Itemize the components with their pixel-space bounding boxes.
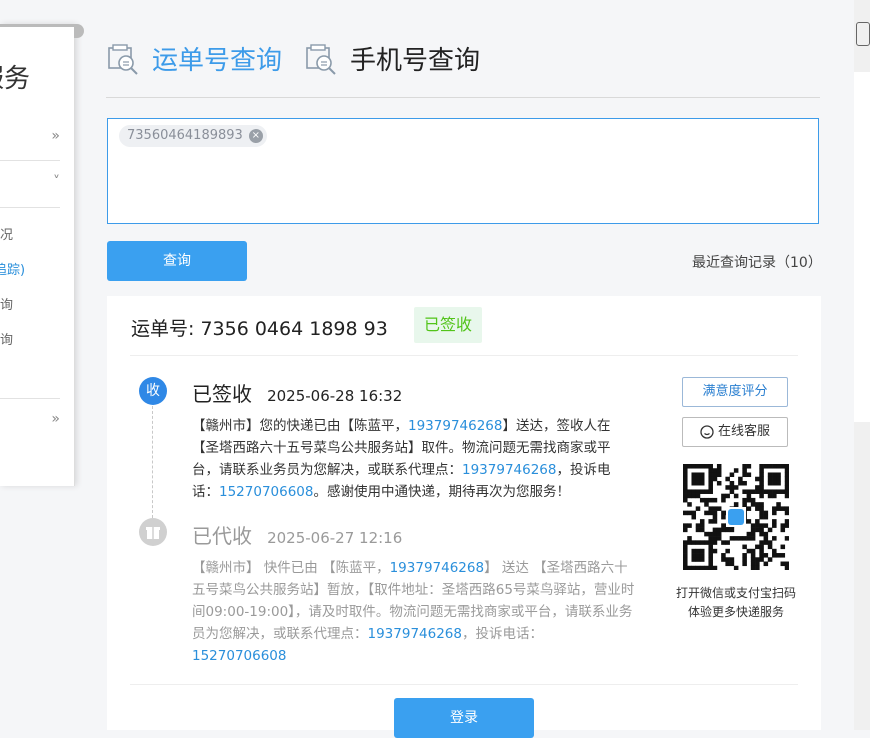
side-divider (0, 160, 60, 161)
waybill-input-area[interactable]: 73560464189893 × (107, 118, 819, 224)
side-panel-title: 服务 (0, 64, 31, 94)
event-text: ，投诉电话： (461, 626, 543, 642)
event-status: 已代收 (192, 524, 252, 548)
recent-queries-link[interactable]: 最近查询记录（10） (692, 252, 822, 272)
query-button[interactable]: 查询 (107, 241, 247, 281)
qr-caption-line-2: 体验更多快递服务 (687, 605, 784, 619)
event-description: 【赣州市】 快件已由 【陈蓝平，19379746268】 送达 【圣塔西路六十五… (192, 557, 637, 667)
right-edge-toolbar (854, 0, 870, 730)
timeline-dot-signed: 收 (139, 377, 167, 405)
phone-link[interactable]: 19379746268 (368, 626, 462, 642)
card-divider (130, 684, 798, 685)
device-icon[interactable] (856, 22, 870, 46)
chat-icon (700, 424, 714, 439)
chip-close-icon[interactable]: × (248, 129, 263, 143)
side-expand-arrow-1[interactable]: » (0, 128, 60, 144)
card-divider (130, 355, 798, 356)
timeline-event-collected: 已代收 2025-06-27 12:16 【赣州市】 快件已由 【陈蓝平，193… (192, 520, 637, 667)
side-panel: 服务 » ˅ 况 追踪) 询 询 » (0, 24, 84, 486)
side-item[interactable]: 询 (0, 294, 60, 313)
main-content: 运单号查询 手机号查询 73560464189893 × 查询 最近查询记录（1… (84, 0, 844, 738)
side-item[interactable]: 况 (0, 224, 60, 243)
side-collapse-arrow[interactable]: ˅ (0, 174, 60, 190)
event-description: 【赣州市】您的快递已由【陈蓝平，19379746268】送达，签收人在【圣塔西路… (192, 415, 637, 503)
event-time: 2025-06-27 12:16 (267, 529, 403, 547)
side-item-active[interactable]: 追踪) (0, 259, 54, 278)
phone-search-icon (306, 43, 336, 75)
event-text: 【赣州市】 快件已由 【陈蓝平， (192, 560, 390, 576)
side-divider (0, 398, 60, 399)
tab-waybill-query[interactable]: 运单号查询 (106, 40, 282, 77)
rate-satisfaction-button[interactable]: 满意度评分 (682, 377, 788, 407)
event-text: 【赣州市】您的快递已由【陈蓝平， (192, 418, 408, 434)
status-badge: 已签收 (414, 307, 482, 343)
zto-logo-icon (728, 509, 744, 525)
gift-box-icon (139, 518, 167, 546)
phone-link[interactable]: 15270706608 (192, 648, 286, 664)
side-item[interactable]: 询 (0, 329, 60, 348)
event-status: 已签收 (192, 382, 252, 406)
timeline-line (152, 406, 153, 518)
tabs-divider (106, 97, 820, 98)
side-expand-arrow-2[interactable]: » (0, 411, 60, 427)
qr-caption: 打开微信或支付宝扫码 体验更多快递服务 (663, 584, 809, 622)
phone-link[interactable]: 19379746268 (390, 560, 484, 576)
event-text: 。感谢使用中通快递，期待再次为您服务！ (313, 484, 570, 500)
timeline-event-signed: 已签收 2025-06-28 16:32 【赣州市】您的快递已由【陈蓝平，193… (192, 378, 637, 503)
tab-phone-label: 手机号查询 (350, 46, 481, 76)
waybill-number: 运单号: 7356 0464 1898 93 (131, 318, 388, 340)
tab-phone-query[interactable]: 手机号查询 (304, 40, 480, 77)
phone-link[interactable]: 15270706608 (219, 484, 313, 500)
waybill-chip-text: 73560464189893 (127, 128, 243, 143)
result-card: 运单号: 7356 0464 1898 93 已签收 收 已签收 2025-06… (107, 296, 821, 738)
online-service-button[interactable]: 在线客服 (682, 417, 788, 447)
waybill-chip: 73560464189893 × (119, 125, 267, 147)
online-service-label: 在线客服 (717, 424, 770, 439)
phone-link[interactable]: 19379746268 (462, 462, 556, 478)
qr-caption-line-1: 打开微信或支付宝扫码 (675, 586, 796, 600)
waybill-search-icon (108, 43, 138, 75)
side-divider (0, 207, 60, 208)
event-time: 2025-06-28 16:32 (267, 387, 403, 405)
tab-waybill-label: 运单号查询 (152, 46, 283, 76)
login-button[interactable]: 登录 (394, 698, 534, 738)
phone-link[interactable]: 19379746268 (408, 418, 502, 434)
qr-code (683, 464, 789, 570)
